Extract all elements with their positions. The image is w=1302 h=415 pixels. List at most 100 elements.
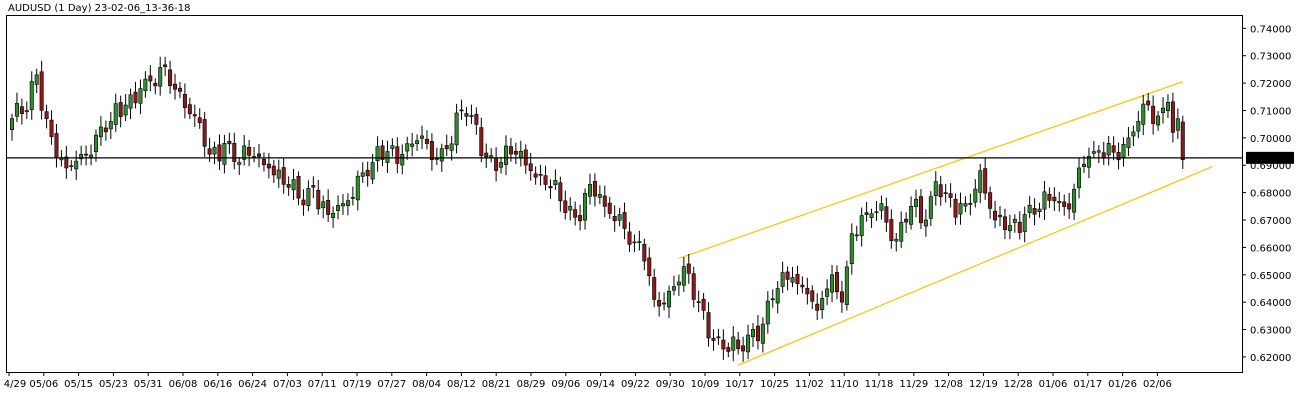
candle-body <box>177 87 182 92</box>
candle-body <box>261 159 266 166</box>
candle-body <box>528 163 533 172</box>
candle-body <box>904 218 909 223</box>
candle-body <box>370 162 375 180</box>
candle-body <box>1017 221 1022 233</box>
candle-body <box>217 144 222 162</box>
candle-body <box>459 109 464 112</box>
candle-body <box>454 112 459 146</box>
x-tick-label: 12/08 <box>934 379 963 390</box>
candle-body <box>350 197 355 199</box>
candle-body <box>296 176 301 199</box>
candle-body <box>681 266 686 286</box>
candle-body <box>844 266 849 305</box>
candle-body <box>874 211 879 214</box>
candle-body <box>108 121 113 130</box>
candle-body <box>375 146 380 162</box>
candle-body <box>933 181 938 196</box>
candle-body <box>508 146 513 155</box>
candle-body <box>89 154 94 158</box>
candle-body <box>281 167 286 185</box>
candle-body <box>1032 208 1037 215</box>
candle-body <box>993 210 998 221</box>
candle-body <box>736 339 741 350</box>
candle-body <box>805 287 810 295</box>
y-tick-label: 0.70000 <box>1250 134 1291 145</box>
candle-body <box>731 336 736 351</box>
candle-body <box>765 300 770 325</box>
candle-body <box>909 206 914 225</box>
candle-body <box>331 213 336 219</box>
candle-body <box>49 119 54 137</box>
candle-body <box>84 153 89 156</box>
candle-body <box>222 143 227 165</box>
x-tick-label: 05/31 <box>134 379 163 390</box>
candle-body <box>652 277 657 300</box>
candle-body <box>923 219 928 227</box>
x-tick-label: 10/17 <box>725 379 754 390</box>
candle-body <box>360 172 365 177</box>
candle-body <box>558 182 563 202</box>
x-tick-label: 01/17 <box>1073 379 1102 390</box>
x-tick-label: 06/16 <box>203 379 232 390</box>
candle-body <box>1081 163 1086 167</box>
candle-body <box>884 206 889 223</box>
candle-body <box>197 117 202 124</box>
candle-body <box>1077 167 1082 189</box>
candle-body <box>978 170 983 193</box>
candle-body <box>1121 143 1126 158</box>
candle-body <box>617 214 622 221</box>
candle-body <box>834 272 839 293</box>
candle-body <box>103 127 108 133</box>
candle-body <box>153 82 158 87</box>
candle-body <box>553 180 558 185</box>
candle-body <box>365 169 370 177</box>
candle-body <box>587 184 592 197</box>
candle-body <box>1106 143 1111 156</box>
candle-body <box>202 119 207 147</box>
candle-body <box>943 192 948 195</box>
candle-body <box>750 328 755 338</box>
candle-body <box>1002 216 1007 230</box>
candle-body <box>973 188 978 203</box>
candle-body <box>1057 201 1062 204</box>
candle-body <box>340 203 345 207</box>
x-tick-label: 11/18 <box>865 379 894 390</box>
candle-body <box>316 189 321 210</box>
candle-body <box>602 195 607 207</box>
x-tick-label: 4/29 <box>4 379 26 390</box>
y-tick-label: 0.62000 <box>1250 353 1291 364</box>
candle-body <box>24 110 29 113</box>
x-tick-label: 09/14 <box>586 379 615 390</box>
candle-body <box>573 209 578 218</box>
x-tick-label: 06/24 <box>238 379 267 390</box>
candle-body <box>158 67 163 87</box>
candle-body <box>29 81 34 111</box>
candle-body <box>212 146 217 155</box>
x-tick-label: 10/25 <box>760 379 789 390</box>
candle-body <box>227 141 232 145</box>
candle-body <box>148 75 153 82</box>
candle-body <box>864 212 869 215</box>
candle-body <box>291 179 296 191</box>
candle-body <box>355 175 360 201</box>
candle-body <box>1052 196 1057 202</box>
candle-body <box>469 115 474 117</box>
candle-body <box>859 215 864 236</box>
x-tick-label: 02/06 <box>1143 379 1172 390</box>
candle-body <box>597 194 602 198</box>
candle-body <box>997 214 1002 218</box>
candle-body <box>1047 193 1052 201</box>
candle-body <box>128 94 133 109</box>
candle-body <box>64 156 69 169</box>
y-tick-label: 0.73000 <box>1250 52 1291 63</box>
candle-body <box>676 281 681 286</box>
y-tick-label: 0.67000 <box>1250 216 1291 227</box>
candle-body <box>1116 152 1121 161</box>
candle-body <box>499 162 504 168</box>
y-tick-label: 0.69000 <box>1250 161 1291 172</box>
candle-body <box>914 198 919 207</box>
x-tick-label: 12/19 <box>969 379 998 390</box>
candle-body <box>439 148 444 162</box>
candle-body <box>173 83 178 90</box>
candle-body <box>568 205 573 211</box>
